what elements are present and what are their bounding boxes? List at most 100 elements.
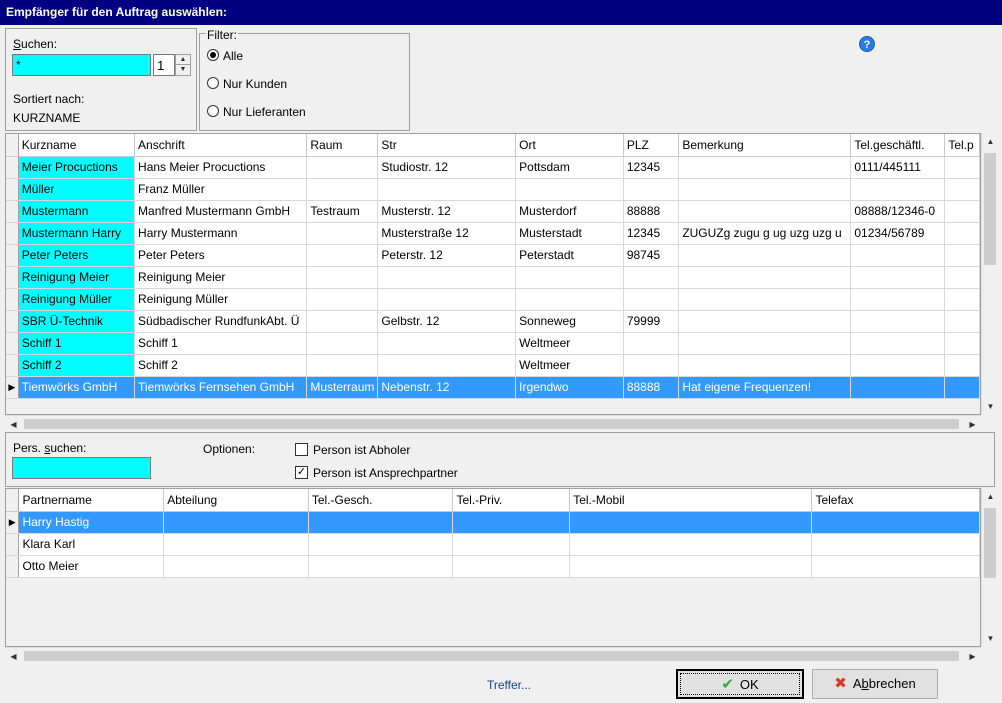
table-cell[interactable] <box>944 178 980 201</box>
table-cell[interactable] <box>515 288 624 311</box>
abholer-label[interactable]: Person ist Abholer <box>313 443 410 457</box>
table-row[interactable]: Reinigung Müller Reinigung Müller <box>6 288 980 311</box>
table-row[interactable]: ▶ Tiemwörks GmbH Tiemwörks Fernsehen GmbH M… <box>6 376 980 399</box>
table-cell[interactable]: Musterraum <box>306 376 379 399</box>
table-cell[interactable]: Harry Mustermann <box>134 222 308 245</box>
table-cell[interactable]: Schiff 1 <box>134 332 308 355</box>
filter-lieferanten-label[interactable]: Nur Lieferanten <box>223 105 306 119</box>
col-kurzname[interactable]: Kurzname <box>18 134 136 157</box>
table-cell[interactable]: Tiemwörks Fernsehen GmbH <box>134 376 308 399</box>
table-cell[interactable] <box>623 354 680 377</box>
table-cell[interactable]: 01234/56789 <box>850 222 946 245</box>
table-cell[interactable] <box>944 200 980 223</box>
table-row[interactable]: Klara Karl <box>6 533 980 556</box>
table-cell[interactable]: 88888 <box>623 376 680 399</box>
table-cell[interactable] <box>452 511 571 534</box>
table-cell[interactable] <box>678 156 852 179</box>
table-cell[interactable]: Peter Peters <box>134 244 308 267</box>
table-row[interactable]: Mustermann Harry Harry Mustermann Musterst… <box>6 222 980 245</box>
filter-alle-radio[interactable] <box>207 49 219 61</box>
table-cell[interactable] <box>944 332 980 355</box>
scroll-down-icon[interactable]: ▼ <box>982 630 999 647</box>
col-telefax[interactable]: Telefax <box>811 489 980 512</box>
stepper-down-icon[interactable]: ▼ <box>176 65 190 75</box>
table-cell[interactable] <box>850 310 946 333</box>
table-cell[interactable]: Weltmeer <box>515 354 624 377</box>
table-cell[interactable] <box>306 354 379 377</box>
table-cell[interactable] <box>678 310 852 333</box>
table-cell[interactable] <box>569 533 813 556</box>
col-tel-mobil[interactable]: Tel.-Mobil <box>569 489 813 512</box>
table-cell[interactable]: Reinigung Müller <box>134 288 308 311</box>
table-cell[interactable]: Sonneweg <box>515 310 624 333</box>
table-cell[interactable] <box>306 310 379 333</box>
table-cell[interactable] <box>163 555 309 578</box>
table-cell[interactable] <box>377 288 517 311</box>
partners-hscroll[interactable]: ◀ ▶ <box>5 647 981 664</box>
table-cell[interactable]: Schiff 2 <box>18 354 136 377</box>
table-cell[interactable]: Weltmeer <box>515 332 624 355</box>
col-bemerkung[interactable]: Bemerkung <box>678 134 852 157</box>
filter-alle-label[interactable]: Alle <box>223 49 243 63</box>
stepper-up-icon[interactable]: ▲ <box>176 55 190 65</box>
scroll-left-icon[interactable]: ◀ <box>5 648 22 665</box>
table-cell[interactable]: Musterdorf <box>515 200 624 223</box>
table-cell[interactable] <box>452 533 571 556</box>
search-input[interactable] <box>12 54 151 76</box>
table-cell[interactable] <box>678 266 852 289</box>
col-partnername[interactable]: Partnername <box>18 489 165 512</box>
table-cell[interactable]: Peterstadt <box>515 244 624 267</box>
table-row[interactable]: Mustermann Manfred Mustermann GmbH Testrau… <box>6 200 980 223</box>
table-cell[interactable]: Harry Hastig <box>18 511 165 534</box>
table-cell[interactable]: 98745 <box>623 244 680 267</box>
table-cell[interactable] <box>678 244 852 267</box>
table-cell[interactable] <box>850 376 946 399</box>
table-cell[interactable]: SBR Ü-Technik <box>18 310 136 333</box>
scroll-right-icon[interactable]: ▶ <box>964 648 981 665</box>
table-row[interactable]: ▶ Harry Hastig <box>6 511 980 534</box>
table-cell[interactable]: Hans Meier Procuctions <box>134 156 308 179</box>
filter-kunden-label[interactable]: Nur Kunden <box>223 77 287 91</box>
table-cell[interactable] <box>515 178 624 201</box>
table-cell[interactable]: Musterstadt <box>515 222 624 245</box>
search-count-stepper[interactable]: ▲ ▼ <box>175 54 191 76</box>
table-cell[interactable] <box>944 354 980 377</box>
table-cell[interactable]: Testraum <box>306 200 379 223</box>
abholer-checkbox[interactable] <box>295 443 308 456</box>
table-cell[interactable]: Peter Peters <box>18 244 136 267</box>
col-tel-gesch[interactable]: Tel.-Gesch. <box>308 489 454 512</box>
table-cell[interactable] <box>306 222 379 245</box>
person-search-input[interactable] <box>12 457 151 479</box>
table-cell[interactable]: Schiff 2 <box>134 354 308 377</box>
col-str[interactable]: Str <box>377 134 517 157</box>
table-cell[interactable]: Schiff 1 <box>18 332 136 355</box>
table-cell[interactable] <box>678 354 852 377</box>
col-tel-privat[interactable]: Tel.p <box>944 134 980 157</box>
table-cell[interactable]: Gelbstr. 12 <box>377 310 517 333</box>
table-row[interactable]: Schiff 2 Schiff 2 Weltmeer <box>6 354 980 377</box>
table-cell[interactable]: Hat eigene Frequenzen! <box>678 376 852 399</box>
table-row[interactable]: Meier Procuctions Hans Meier Procuctions S… <box>6 156 980 179</box>
table-cell[interactable]: Pottsdam <box>515 156 624 179</box>
col-tel-priv[interactable]: Tel.-Priv. <box>452 489 571 512</box>
scroll-right-icon[interactable]: ▶ <box>964 416 981 433</box>
table-cell[interactable] <box>850 244 946 267</box>
table-cell[interactable] <box>306 288 379 311</box>
table-cell[interactable] <box>850 266 946 289</box>
table-cell[interactable] <box>811 555 980 578</box>
col-ort[interactable]: Ort <box>515 134 624 157</box>
table-cell[interactable] <box>850 332 946 355</box>
table-cell[interactable]: 08888/12346-0 <box>850 200 946 223</box>
table-cell[interactable]: Musterstraße 12 <box>377 222 517 245</box>
table-cell[interactable] <box>306 178 379 201</box>
table-row[interactable]: Otto Meier <box>6 555 980 578</box>
table-cell[interactable]: Reinigung Müller <box>18 288 136 311</box>
table-cell[interactable] <box>308 555 454 578</box>
table-cell[interactable] <box>678 200 852 223</box>
ok-button[interactable]: ✔ OK <box>676 669 804 699</box>
table-cell[interactable] <box>678 288 852 311</box>
ansprechpartner-label[interactable]: Person ist Ansprechpartner <box>313 466 458 480</box>
table-cell[interactable]: 12345 <box>623 156 680 179</box>
table-cell[interactable] <box>850 178 946 201</box>
table-cell[interactable] <box>623 178 680 201</box>
